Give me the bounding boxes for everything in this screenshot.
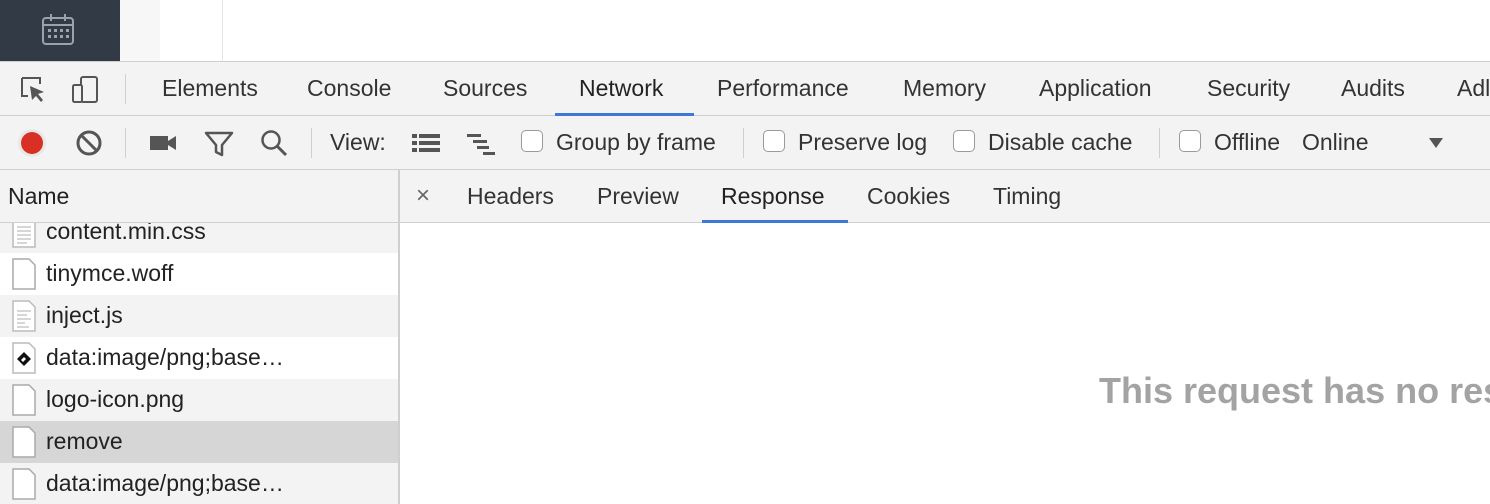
request-row[interactable]: data:image/png;base… <box>0 337 398 379</box>
app-sidebar-stub <box>0 0 120 61</box>
clear-icon[interactable] <box>73 127 105 159</box>
screenshot-camera-icon[interactable] <box>147 127 179 159</box>
close-detail-icon[interactable]: × <box>416 170 430 222</box>
name-column-label: Name <box>8 183 70 209</box>
blank-file-icon <box>12 426 36 458</box>
toolbar-separator <box>311 128 312 158</box>
blank-file-icon <box>12 384 36 416</box>
tab-elements[interactable]: Elements <box>162 62 258 115</box>
tab-performance[interactable]: Performance <box>717 62 849 115</box>
waterfall-overview-icon[interactable] <box>465 127 497 159</box>
device-toolbar-icon[interactable] <box>70 74 100 104</box>
group-by-frame-checkbox[interactable] <box>521 130 543 152</box>
stylesheet-file-icon <box>12 223 36 248</box>
request-row[interactable]: remove <box>0 421 398 463</box>
calendar-icon[interactable] <box>40 12 76 48</box>
tab-memory[interactable]: Memory <box>903 62 986 115</box>
request-row[interactable]: tinymce.woff <box>0 253 398 295</box>
script-file-icon <box>12 300 36 332</box>
tab-network[interactable]: Network <box>579 62 663 115</box>
tab-audits[interactable]: Audits <box>1341 62 1405 115</box>
disable-cache-checkbox[interactable] <box>953 130 975 152</box>
request-row[interactable]: logo-icon.png <box>0 379 398 421</box>
throttling-select[interactable]: Online <box>1302 116 1368 169</box>
search-icon[interactable] <box>258 127 290 159</box>
toolbar-separator <box>743 128 744 158</box>
request-list: content.min.css tinymce.woff inject.js data… <box>0 223 398 504</box>
disable-cache-label[interactable]: Disable cache <box>988 116 1132 169</box>
request-name: tinymce.woff <box>46 260 174 286</box>
blank-file-icon <box>12 258 36 290</box>
tab-cookies[interactable]: Cookies <box>867 170 950 222</box>
tab-sources[interactable]: Sources <box>443 62 527 115</box>
group-by-frame-label[interactable]: Group by frame <box>556 116 716 169</box>
devtools-tabbar: Elements Console Sources Network Perform… <box>0 62 1490 116</box>
request-name: remove <box>46 428 123 454</box>
view-label: View: <box>330 129 386 155</box>
tab-overflow[interactable]: Adl <box>1457 62 1490 115</box>
request-row[interactable]: inject.js <box>0 295 398 337</box>
name-column-header[interactable]: Name <box>0 170 398 223</box>
request-row[interactable]: data:image/png;base… <box>0 463 398 504</box>
request-name: logo-icon.png <box>46 386 185 412</box>
blank-file-icon <box>12 468 36 500</box>
large-rows-icon[interactable] <box>410 127 442 159</box>
preserve-log-label[interactable]: Preserve log <box>798 116 927 169</box>
preserve-log-checkbox[interactable] <box>763 130 785 152</box>
toolbar-separator <box>125 128 126 158</box>
inspect-element-icon[interactable] <box>18 74 48 104</box>
request-name: data:image/png;base… <box>46 470 284 496</box>
tab-timing[interactable]: Timing <box>993 170 1061 222</box>
offline-checkbox[interactable] <box>1179 130 1201 152</box>
active-detail-tab-indicator <box>702 220 848 223</box>
chevron-down-icon[interactable] <box>1420 127 1452 159</box>
detail-tabbar: × Headers Preview Response Cookies Timin… <box>400 170 1490 223</box>
page-gutter <box>120 0 160 61</box>
tab-separator <box>125 74 126 104</box>
toolbar-separator <box>1159 128 1160 158</box>
tab-response[interactable]: Response <box>721 170 825 222</box>
request-name: data:image/png;base… <box>46 344 284 370</box>
request-name: content.min.css <box>46 223 206 244</box>
request-name: inject.js <box>46 302 123 328</box>
page-divider <box>222 0 223 61</box>
network-toolbar: View: Group by frame Preserve log Disabl… <box>0 116 1490 170</box>
offline-label[interactable]: Offline <box>1214 116 1280 169</box>
image-file-icon <box>12 342 36 374</box>
tab-security[interactable]: Security <box>1207 62 1290 115</box>
filter-icon[interactable] <box>203 127 235 159</box>
page-strip <box>0 0 1490 62</box>
record-icon[interactable] <box>16 127 48 159</box>
tab-headers[interactable]: Headers <box>467 170 554 222</box>
empty-response-message: This request has no res <box>1099 370 1490 411</box>
tab-console[interactable]: Console <box>307 62 391 115</box>
tab-preview[interactable]: Preview <box>597 170 679 222</box>
request-row[interactable]: content.min.css <box>0 223 398 253</box>
tab-application[interactable]: Application <box>1039 62 1152 115</box>
